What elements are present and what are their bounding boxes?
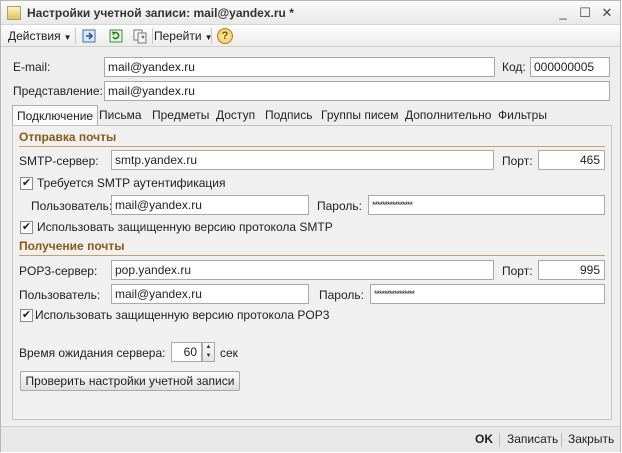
smtp-password-field[interactable]: ****************	[368, 195, 605, 215]
toolbar: Действия ▼ Перейти ▼ ?	[1, 25, 620, 47]
smtp-port-field[interactable]: 465	[538, 150, 605, 170]
settings-window: Настройки учетной записи: mail@yandex.ru…	[0, 0, 621, 452]
goto-menu-label: Перейти	[154, 29, 202, 43]
sending-section-divider	[19, 146, 605, 147]
smtp-user-field[interactable]: mail@yandex.ru	[111, 195, 309, 215]
help-icon[interactable]: ?	[217, 28, 233, 44]
pop3-password-field[interactable]: ****************	[370, 284, 605, 304]
save-button[interactable]: Записать	[507, 432, 558, 446]
tab-letters[interactable]: Письма	[99, 106, 142, 126]
close-button[interactable]: Закрыть	[568, 432, 614, 446]
smtp-secure-label: Использовать защищенную версию протокола…	[37, 220, 333, 234]
maximize-button[interactable]: ☐	[575, 4, 595, 22]
window-title: Настройки учетной записи: mail@yandex.ru…	[27, 6, 294, 20]
tab-access[interactable]: Доступ	[216, 106, 255, 126]
form-footer: OK Записать Закрыть	[1, 426, 620, 452]
pop3-password-label: Пароль:	[319, 288, 364, 302]
connection-panel: Отправка почты SMTP-сервер: smtp.yandex.…	[12, 125, 612, 420]
smtp-user-label: Пользователь:	[31, 199, 113, 213]
receiving-section-title: Получение почты	[19, 239, 125, 253]
refresh-icon[interactable]	[108, 28, 124, 44]
pop3-server-field[interactable]: pop.yandex.ru	[111, 260, 494, 280]
minimize-button[interactable]: _	[553, 4, 573, 22]
toolbar-divider	[211, 28, 212, 44]
pop3-port-field[interactable]: 995	[538, 260, 605, 280]
smtp-server-label: SMTP-сервер:	[19, 154, 99, 168]
pop3-user-label: Пользователь:	[19, 288, 101, 302]
email-field[interactable]: mail@yandex.ru	[104, 57, 495, 77]
smtp-auth-label: Требуется SMTP аутентификация	[37, 176, 226, 190]
smtp-port-label: Порт:	[502, 154, 533, 168]
goto-menu-button[interactable]: Перейти ▼	[154, 27, 212, 45]
toolbar-divider	[152, 28, 153, 44]
pop3-secure-checkbox[interactable]: ✔	[20, 309, 33, 322]
timeout-unit: сек	[220, 346, 238, 360]
pop3-user-field[interactable]: mail@yandex.ru	[111, 284, 309, 304]
tab-additional[interactable]: Дополнительно	[405, 106, 491, 126]
spin-up-icon[interactable]: ▲	[203, 343, 214, 352]
window-form-icon	[7, 6, 21, 20]
timeout-spinner[interactable]: ▲ ▼	[202, 342, 215, 362]
tab-letter-groups[interactable]: Группы писем	[321, 106, 398, 126]
title-bar: Настройки учетной записи: mail@yandex.ru…	[1, 1, 620, 25]
timeout-field[interactable]: 60	[171, 342, 202, 362]
save-to-list-icon[interactable]	[81, 28, 97, 44]
smtp-secure-checkbox[interactable]: ✔	[20, 221, 33, 234]
sending-section-title: Отправка почты	[19, 130, 117, 144]
tab-subjects[interactable]: Предметы	[152, 106, 209, 126]
ok-button[interactable]: OK	[475, 432, 493, 446]
code-field[interactable]: 000000005	[530, 57, 610, 77]
actions-menu-button[interactable]: Действия ▼	[8, 27, 72, 45]
pop3-secure-label: Использовать защищенную версию протокола…	[35, 308, 330, 322]
representation-label: Представление:	[13, 84, 103, 98]
pop3-port-label: Порт:	[502, 264, 533, 278]
smtp-auth-checkbox[interactable]: ✔	[20, 177, 33, 190]
receiving-section-divider	[19, 255, 605, 256]
smtp-server-field[interactable]: smtp.yandex.ru	[111, 150, 494, 170]
footer-divider	[561, 433, 562, 447]
email-label: E-mail:	[13, 60, 51, 74]
tab-filters[interactable]: Фильтры	[498, 106, 547, 126]
pop3-server-label: POP3-сервер:	[19, 264, 98, 278]
actions-menu-label: Действия	[8, 29, 61, 43]
representation-field[interactable]: mail@yandex.ru	[104, 81, 610, 101]
footer-divider	[499, 433, 500, 447]
tab-connection[interactable]: Подключение	[12, 105, 99, 127]
toolbar-divider	[75, 28, 76, 44]
smtp-password-label: Пароль:	[317, 199, 362, 213]
timeout-label: Время ожидания сервера:	[19, 346, 166, 360]
tab-signature[interactable]: Подпись	[265, 106, 313, 126]
close-window-button[interactable]: ✕	[597, 4, 617, 22]
copy-icon[interactable]	[132, 28, 148, 44]
chevron-down-icon: ▼	[63, 33, 72, 42]
check-settings-button[interactable]: Проверить настройки учетной записи	[20, 371, 240, 391]
code-label: Код:	[502, 60, 526, 74]
spin-down-icon[interactable]: ▼	[203, 352, 214, 361]
